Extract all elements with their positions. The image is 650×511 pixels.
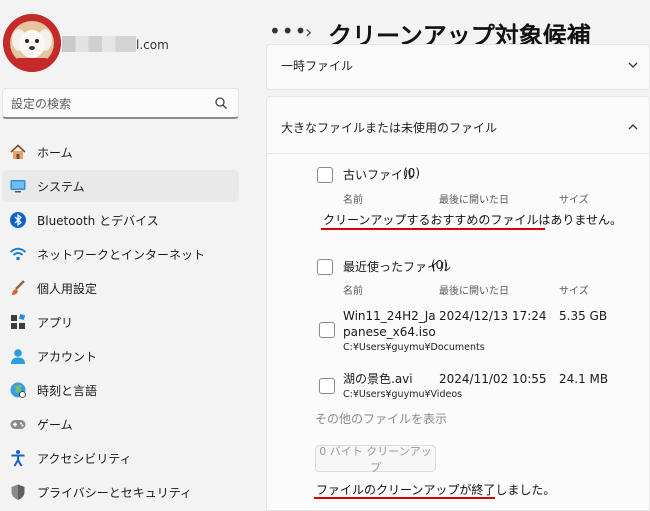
chevron-down-icon[interactable]: [627, 59, 639, 71]
large-unused-files-expander[interactable]: 大きなファイルまたは未使用のファイル: [266, 96, 650, 154]
temp-files-expander[interactable]: 一時ファイル: [266, 44, 650, 90]
globe-icon: [10, 382, 26, 398]
search-icon[interactable]: [214, 96, 228, 110]
file-name-continued: panese_x64.iso: [343, 325, 436, 339]
settings-search-input[interactable]: 設定の検索: [2, 88, 239, 119]
cleanup-button[interactable]: 0 バイト クリーンアップ: [315, 445, 436, 474]
file-size: 24.1 MB: [559, 372, 609, 386]
show-more-files-link[interactable]: その他のファイルを表示: [315, 410, 447, 427]
file-checkbox[interactable]: [319, 378, 335, 394]
sidebar-item-label: システム: [37, 179, 85, 194]
avatar[interactable]: [3, 14, 61, 72]
wifi-icon: [9, 247, 27, 261]
sidebar-item-label: ホーム: [37, 145, 73, 160]
recent-files-col-size: サイズ: [559, 286, 589, 297]
shield-icon: [11, 484, 25, 500]
account-profile[interactable]: l.com: [0, 14, 262, 74]
apps-icon: [11, 313, 26, 329]
temp-files-label: 一時ファイル: [281, 59, 354, 73]
sidebar-item-label: 個人用設定: [37, 281, 98, 296]
old-files-col-size: サイズ: [559, 195, 589, 206]
annotation-underline: [321, 228, 545, 230]
file-name: Win11_24H2_Ja: [343, 309, 436, 323]
recent-files-checkbox[interactable]: [317, 259, 333, 275]
file-last-opened: 2024/11/02 10:55: [439, 372, 547, 386]
file-size: 5.35 GB: [559, 309, 608, 323]
sidebar-item-personalization[interactable]: 個人用設定: [2, 272, 239, 304]
recent-files-col-name: 名前: [343, 286, 363, 297]
file-last-opened: 2024/12/13 17:24: [439, 309, 547, 323]
file-checkbox[interactable]: [319, 322, 335, 338]
annotation-underline: [314, 497, 495, 499]
sidebar-item-accounts[interactable]: アカウント: [2, 340, 239, 372]
sidebar-item-accessibility[interactable]: アクセシビリティ: [2, 442, 239, 474]
home-icon: [10, 144, 26, 159]
sidebar-item-system[interactable]: システム: [2, 170, 239, 202]
cleanup-complete-message: ファイルのクリーンアップが終了しました。: [316, 483, 556, 497]
chevron-up-icon[interactable]: [627, 121, 639, 133]
email-suffix: l.com: [136, 38, 169, 52]
file-path: C:¥Users¥guymu¥Videos: [343, 389, 463, 400]
accessibility-icon: [11, 450, 25, 467]
sidebar-item-network[interactable]: ネットワークとインターネット: [2, 238, 239, 270]
account-icon: [11, 349, 25, 364]
brush-icon: [12, 280, 25, 295]
sidebar-item-label: アクセシビリティ: [37, 451, 132, 466]
breadcrumb-more-button[interactable]: •••: [269, 19, 307, 43]
gamepad-icon: [10, 420, 26, 429]
sidebar-item-label: ネットワークとインターネット: [37, 247, 206, 262]
sidebar-item-apps[interactable]: アプリ: [2, 306, 239, 338]
recent-files-count: (0): [431, 258, 448, 272]
sidebar-item-label: Bluetooth とデバイス: [37, 213, 159, 228]
sidebar-item-time-language[interactable]: 時刻と言語: [2, 374, 239, 406]
sidebar: l.com 設定の検索 ホーム システム Bluetooth とデバイス ネット…: [0, 0, 262, 511]
sidebar-item-label: アプリ: [37, 315, 74, 330]
sidebar-item-bluetooth[interactable]: Bluetooth とデバイス: [2, 204, 239, 236]
sidebar-item-label: プライバシーとセキュリティ: [37, 485, 193, 500]
email-redacted: [62, 36, 136, 52]
sidebar-item-home[interactable]: ホーム: [2, 136, 239, 168]
file-name: 湖の景色.avi: [343, 372, 413, 386]
search-placeholder: 設定の検索: [11, 97, 72, 111]
breadcrumb-separator-icon: ›: [305, 22, 313, 43]
file-path: C:¥Users¥guymu¥Documents: [343, 342, 485, 353]
no-recommended-files-message: クリーンアップするおすすめのファイルはありません。: [323, 213, 623, 227]
old-files-count: (0): [403, 166, 420, 180]
recent-files-col-last-opened: 最後に開いた日: [439, 286, 509, 297]
sidebar-item-label: ゲーム: [37, 417, 73, 432]
sidebar-item-gaming[interactable]: ゲーム: [2, 408, 239, 440]
system-icon: [10, 180, 26, 193]
sidebar-item-label: 時刻と言語: [37, 383, 98, 398]
bluetooth-icon: [10, 212, 26, 228]
old-files-checkbox[interactable]: [317, 167, 333, 183]
sidebar-item-label: アカウント: [37, 349, 98, 364]
dog-avatar-icon: [3, 14, 61, 72]
old-files-col-name: 名前: [343, 195, 363, 206]
sidebar-item-privacy-security[interactable]: プライバシーとセキュリティ: [2, 476, 239, 508]
large-unused-files-label: 大きなファイルまたは未使用のファイル: [281, 121, 498, 135]
old-files-col-last-opened: 最後に開いた日: [439, 195, 509, 206]
